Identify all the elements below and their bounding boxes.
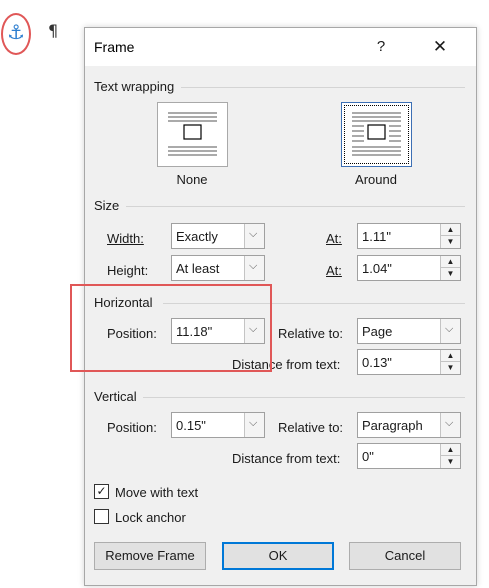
lock-anchor-label[interactable]: Lock anchor xyxy=(115,510,186,525)
spinner-buttons: ▲ ▼ xyxy=(440,444,460,468)
paragraph-mark: ¶ xyxy=(48,21,59,40)
separator xyxy=(143,397,465,398)
spinner-buttons: ▲ ▼ xyxy=(440,256,460,280)
dropdown-button[interactable]: ⌵ xyxy=(440,413,460,437)
wrap-around-option[interactable] xyxy=(341,102,412,167)
anchor-icon[interactable]: ⚓ xyxy=(7,20,25,44)
horizontal-distance-value: 0.13" xyxy=(362,355,392,370)
text-wrapping-label: Text wrapping xyxy=(94,79,175,94)
chevron-down-icon: ⌵ xyxy=(445,323,454,335)
horizontal-relative-label: Relative to: xyxy=(278,326,344,341)
close-button[interactable]: ✕ xyxy=(425,34,455,60)
chevron-down-icon: ⌵ xyxy=(445,417,454,429)
vertical-distance-value: 0" xyxy=(362,449,374,464)
height-label: Height: xyxy=(107,263,149,278)
width-label: Width: xyxy=(107,231,144,246)
separator xyxy=(181,87,465,88)
checkmark-icon: ✓ xyxy=(96,484,107,498)
wrap-none-label: None xyxy=(176,172,208,187)
height-at-value: 1.04" xyxy=(362,261,392,276)
vertical-relative-dropdown[interactable]: Paragraph ⌵ xyxy=(357,412,461,438)
spin-up-icon[interactable]: ▲ xyxy=(441,350,460,362)
vertical-position-value: 0.15" xyxy=(176,418,206,433)
width-at-spinner[interactable]: 1.11" ▲ ▼ xyxy=(357,223,461,249)
wrap-around-label: Around xyxy=(355,172,397,187)
spin-up-icon[interactable]: ▲ xyxy=(441,444,460,456)
spinner-buttons: ▲ ▼ xyxy=(440,350,460,374)
vertical-position-label: Position: xyxy=(107,420,157,435)
vertical-label: Vertical xyxy=(94,389,137,404)
spin-down-icon[interactable]: ▼ xyxy=(441,268,460,280)
vertical-relative-value: Paragraph xyxy=(362,418,423,433)
spinner-buttons: ▲ ▼ xyxy=(440,224,460,248)
height-at-spinner[interactable]: 1.04" ▲ ▼ xyxy=(357,255,461,281)
move-with-text-label[interactable]: Move with text xyxy=(115,485,198,500)
vertical-distance-spinner[interactable]: 0" ▲ ▼ xyxy=(357,443,461,469)
horizontal-relative-value: Page xyxy=(362,324,393,339)
cancel-button[interactable]: Cancel xyxy=(349,542,461,570)
dropdown-button[interactable]: ⌵ xyxy=(244,256,264,280)
spin-down-icon[interactable]: ▼ xyxy=(441,362,460,374)
title-bar: Frame ? ✕ xyxy=(85,28,476,66)
help-button[interactable]: ? xyxy=(368,34,394,60)
wrap-none-icon xyxy=(168,112,217,156)
chevron-down-icon: ⌵ xyxy=(249,260,258,272)
size-label: Size xyxy=(94,198,120,213)
dropdown-button[interactable]: ⌵ xyxy=(244,413,264,437)
width-at-label: At: xyxy=(326,231,342,246)
dropdown-button[interactable]: ⌵ xyxy=(440,319,460,343)
width-rule-value: Exactly xyxy=(176,229,218,244)
width-rule-dropdown[interactable]: Exactly ⌵ xyxy=(171,223,265,249)
width-at-value: 1.11" xyxy=(362,229,391,244)
ok-button[interactable]: OK xyxy=(222,542,334,570)
horizontal-relative-dropdown[interactable]: Page ⌵ xyxy=(357,318,461,344)
lock-anchor-checkbox[interactable] xyxy=(94,509,109,524)
vertical-distance-label: Distance from text: xyxy=(232,451,341,466)
height-rule-dropdown[interactable]: At least ⌵ xyxy=(171,255,265,281)
dropdown-button[interactable]: ⌵ xyxy=(244,224,264,248)
wrap-around-icon xyxy=(352,112,401,156)
move-with-text-checkbox[interactable]: ✓ xyxy=(94,484,109,499)
vertical-position-dropdown[interactable]: 0.15" ⌵ xyxy=(171,412,265,438)
height-at-label: At: xyxy=(326,263,342,278)
close-icon: ✕ xyxy=(432,37,448,56)
spin-up-icon[interactable]: ▲ xyxy=(441,224,460,236)
chevron-down-icon: ⌵ xyxy=(249,417,258,429)
remove-frame-button[interactable]: Remove Frame xyxy=(94,542,206,570)
height-rule-value: At least xyxy=(176,261,220,276)
horizontal-highlight-box xyxy=(70,284,272,372)
dialog-title: Frame xyxy=(94,39,135,55)
separator xyxy=(126,206,465,207)
vertical-relative-label: Relative to: xyxy=(278,420,344,435)
chevron-down-icon: ⌵ xyxy=(249,228,258,240)
spin-up-icon[interactable]: ▲ xyxy=(441,256,460,268)
horizontal-distance-spinner[interactable]: 0.13" ▲ ▼ xyxy=(357,349,461,375)
spin-down-icon[interactable]: ▼ xyxy=(441,236,460,248)
spin-down-icon[interactable]: ▼ xyxy=(441,456,460,468)
wrap-none-option[interactable] xyxy=(157,102,228,167)
